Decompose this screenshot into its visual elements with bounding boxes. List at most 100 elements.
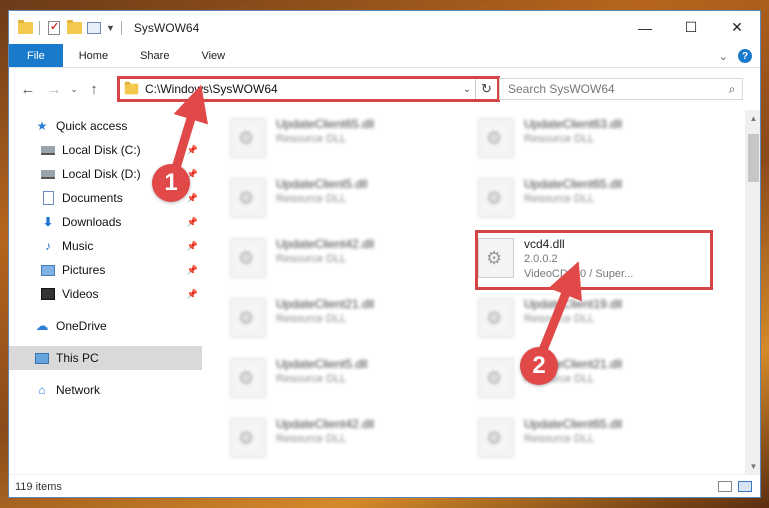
file-description: Resource DLL [276, 433, 347, 445]
dll-file-icon [478, 358, 514, 398]
forward-button[interactable]: → [41, 81, 67, 98]
sidebar-item-videos[interactable]: Videos 📌 [9, 282, 202, 306]
sidebar-item-pictures[interactable]: Pictures 📌 [9, 258, 202, 282]
star-icon: ★ [36, 119, 48, 133]
file-list: UpdateClient65.dll Resource DLL UpdateCli… [202, 110, 760, 474]
address-path[interactable]: C:\Windows\SysWOW64 [145, 82, 459, 96]
list-item[interactable]: UpdateClient21.dllResource DLL [230, 294, 460, 346]
dll-file-icon [478, 118, 514, 158]
sidebar-item-label: Local Disk (D:) [62, 167, 141, 181]
list-item[interactable]: UpdateClient42.dll Resource DLL [230, 414, 460, 466]
close-button[interactable]: ✕ [714, 11, 760, 44]
sidebar-item-label: Local Disk (C:) [62, 143, 141, 157]
details-view-icon[interactable] [718, 481, 732, 492]
sidebar-item-label: Documents [62, 191, 123, 205]
recent-locations-button[interactable]: ⌄ [67, 84, 81, 95]
sidebar-item-quick-access[interactable]: ★ Quick access [9, 114, 202, 138]
sidebar-item-label: Network [56, 383, 101, 397]
sidebar-item-label: Quick access [56, 119, 128, 133]
download-icon: ⬇ [42, 215, 54, 229]
list-item[interactable]: UpdateClient5.dll Resource DLL [230, 354, 460, 406]
document-icon [41, 191, 55, 205]
pin-icon[interactable]: 📌 [187, 265, 198, 276]
minimize-button[interactable]: — [622, 11, 668, 44]
list-item[interactable]: UpdateClient65.dll Resource DLL [478, 174, 708, 226]
cloud-icon: ☁ [35, 318, 49, 333]
file-description: Resource DLL [524, 433, 595, 445]
list-item[interactable]: UpdateClient19.dll Resource DLL [478, 294, 708, 346]
sidebar-item-this-pc[interactable]: This PC [9, 346, 202, 370]
list-item[interactable]: UpdateClient21.dllResource DLL [478, 354, 708, 406]
drive-icon [41, 143, 55, 157]
refresh-button[interactable]: ↻ [475, 79, 497, 99]
file-name: UpdateClient5.dll [276, 177, 368, 191]
sidebar-item-downloads[interactable]: ⬇ Downloads 📌 [9, 210, 202, 234]
tab-file[interactable]: File [9, 44, 63, 67]
file-name: UpdateClient65.dll [524, 177, 623, 191]
sidebar-item-label: OneDrive [56, 319, 107, 333]
step-badge-2: 2 [520, 347, 558, 385]
view-buttons [718, 481, 752, 492]
sidebar-item-label: Downloads [62, 215, 122, 229]
pin-icon[interactable]: 📌 [187, 217, 198, 228]
item-count: 119 items [15, 480, 62, 493]
dll-file-icon [230, 118, 266, 158]
title-bar: ▼ SysWOW64 — ☐ ✕ [9, 11, 760, 44]
sidebar-item-label: This PC [56, 351, 99, 365]
list-item[interactable]: UpdateClient65.dll Resource DLL [478, 414, 708, 466]
dll-file-icon [478, 418, 514, 458]
checklist-icon[interactable] [46, 20, 62, 36]
window-controls: — ☐ ✕ [622, 11, 760, 44]
list-item[interactable]: UpdateClient63.dll Resource DLL [478, 114, 708, 166]
tiles-view-icon[interactable] [738, 481, 752, 492]
sidebar-item-onedrive[interactable]: ☁ OneDrive [9, 314, 202, 338]
back-button[interactable]: ← [15, 81, 41, 98]
file-description: Resource DLL [276, 193, 347, 205]
sidebar-item-label: Pictures [62, 263, 106, 277]
file-name: UpdateClient19.dll [524, 297, 623, 311]
step-badge-1: 1 [152, 164, 190, 202]
vertical-scrollbar[interactable]: ▲ ▼ [745, 110, 760, 474]
vcd4-dll-file[interactable]: vcd4.dll 2.0.0.2 VideoCD 2.0 / Super... [478, 234, 708, 286]
pin-icon[interactable]: 📌 [187, 241, 198, 252]
dll-file-icon [230, 178, 266, 218]
pin-icon[interactable]: 📌 [187, 193, 198, 204]
tab-view[interactable]: View [185, 44, 241, 67]
scroll-up-icon[interactable]: ▲ [745, 110, 760, 126]
file-version: 2.0.0.2 [524, 253, 558, 265]
file-name: UpdateClient42.dll [276, 237, 375, 251]
search-box[interactable]: Search SysWOW64 ⌕ [499, 78, 743, 100]
folder-icon [124, 81, 139, 95]
maximize-button[interactable]: ☐ [668, 11, 714, 44]
network-icon: ⌂ [38, 383, 46, 397]
file-name: UpdateClient63.dll [524, 117, 623, 131]
address-bar[interactable]: C:\Windows\SysWOW64 ⌄ ↻ [117, 76, 500, 102]
pin-icon[interactable]: 📌 [187, 145, 198, 156]
scroll-down-icon[interactable]: ▼ [745, 458, 760, 474]
pin-icon[interactable]: 📌 [187, 289, 198, 300]
customize-toolbar-icon[interactable]: ▼ [106, 23, 115, 33]
sidebar-item-music[interactable]: ♪ Music 📌 [9, 234, 202, 258]
scroll-thumb[interactable] [748, 134, 759, 182]
search-input[interactable]: Search SysWOW64 [508, 82, 722, 96]
help-icon[interactable]: ? [738, 49, 752, 63]
search-icon[interactable]: ⌕ [722, 82, 742, 97]
address-dropdown-icon[interactable]: ⌄ [459, 84, 475, 95]
up-button[interactable]: ↑ [81, 81, 107, 98]
expand-ribbon-icon[interactable]: ⌄ [719, 50, 728, 63]
music-icon: ♪ [45, 239, 51, 253]
dll-file-icon [230, 358, 266, 398]
properties-icon[interactable] [86, 20, 102, 36]
file-name: UpdateClient21.dll [276, 297, 375, 311]
sidebar-item-local-disk-c[interactable]: Local Disk (C:) 📌 [9, 138, 202, 162]
list-item[interactable]: UpdateClient42.dll Resource DLL [230, 234, 460, 286]
list-item[interactable]: UpdateClient65.dll Resource DLL [230, 114, 460, 166]
new-folder-icon[interactable] [66, 19, 82, 36]
dll-file-icon [478, 178, 514, 218]
list-item[interactable]: UpdateClient5.dll Resource DLL [230, 174, 460, 226]
tab-home[interactable]: Home [63, 44, 124, 67]
tab-share[interactable]: Share [124, 44, 185, 67]
sidebar-item-label: Videos [62, 287, 99, 301]
window-title: SysWOW64 [133, 20, 200, 35]
sidebar-item-network[interactable]: ⌂ Network [9, 378, 202, 402]
